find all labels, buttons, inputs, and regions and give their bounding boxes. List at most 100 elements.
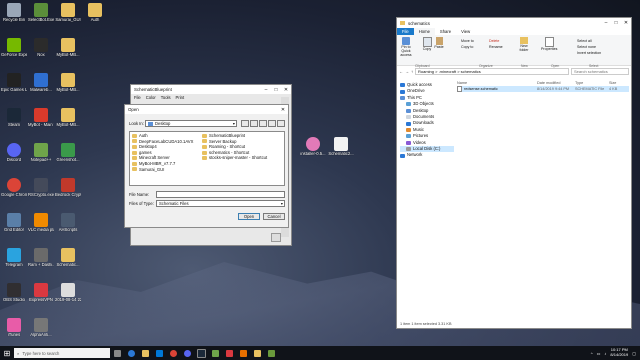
open-button[interactable]: Open xyxy=(238,213,260,220)
file-name-input[interactable] xyxy=(156,191,285,198)
desktop-shortcut[interactable]: MyBot-MB... xyxy=(55,73,81,93)
column-type[interactable]: Type xyxy=(575,81,609,85)
desktop-shortcut[interactable]: AlphaAnti... xyxy=(28,318,54,338)
cancel-button[interactable]: Cancel xyxy=(263,213,285,220)
desktop-shortcut[interactable]: MyBot-MB... xyxy=(55,108,81,128)
desktop-shortcut[interactable]: Notepad++ xyxy=(28,143,54,163)
volume-icon[interactable]: ♪ xyxy=(604,351,606,356)
minecraft-icon[interactable] xyxy=(264,346,278,360)
details-view-button[interactable] xyxy=(277,120,285,127)
desktop-shortcut[interactable]: Steam xyxy=(1,108,27,128)
task-view-icon[interactable] xyxy=(110,346,124,360)
properties-button[interactable]: Properties xyxy=(541,37,557,51)
desktop-shortcut[interactable]: ExpressVPN xyxy=(28,283,54,303)
menu-file[interactable]: File xyxy=(134,95,141,100)
home-button[interactable] xyxy=(250,120,258,127)
edge-icon[interactable] xyxy=(124,346,138,360)
tab-home[interactable]: Home xyxy=(413,28,435,35)
back-arrow-icon[interactable]: ← xyxy=(399,69,403,74)
desktop-shortcut[interactable]: Discord xyxy=(1,143,27,163)
clock[interactable]: 10:17 PM 8/14/2019 xyxy=(610,348,628,357)
desktop-shortcut[interactable]: Auth xyxy=(82,3,108,23)
desktop-shortcut[interactable]: Samurai_GUI xyxy=(55,3,81,23)
tab-view[interactable]: View xyxy=(456,29,475,34)
desktop-shortcut[interactable]: RSCrypto.exe xyxy=(28,178,54,198)
desktop-shortcut[interactable]: Telegram xyxy=(1,248,27,268)
sidebar-item[interactable]: Network xyxy=(400,152,454,158)
file-explorer-icon[interactable] xyxy=(138,346,152,360)
search-box[interactable]: Search schematics xyxy=(571,67,629,75)
windows-start-icon[interactable]: ⊞ xyxy=(0,346,14,360)
steam-icon[interactable] xyxy=(194,346,208,360)
column-size[interactable]: Size xyxy=(609,81,627,85)
up-arrow-icon[interactable]: ↑ xyxy=(411,69,413,74)
address-bar[interactable]: Roaming > .minecraft > schematics xyxy=(415,67,569,75)
folder-icon[interactable] xyxy=(250,346,264,360)
desktop-shortcut[interactable]: Grid Editor xyxy=(1,213,27,233)
desktop-shortcut[interactable]: Recycle Bin xyxy=(1,3,27,23)
menu-color[interactable]: Color xyxy=(146,95,156,100)
list-view-button[interactable] xyxy=(268,120,276,127)
desktop-shortcut[interactable]: Nox xyxy=(28,38,54,58)
desktop-shortcut[interactable]: SelectBot.Exe xyxy=(28,3,54,23)
pin-quick-access-button[interactable]: Pin to Quick access xyxy=(400,37,412,57)
chrome-icon[interactable] xyxy=(166,346,180,360)
network-icon[interactable]: ▭ xyxy=(597,351,601,356)
taskbar-search-box[interactable]: ⌕ Type here to search xyxy=(14,348,110,358)
desktop-shortcut[interactable]: Greenshot... xyxy=(55,143,81,163)
scroll-button[interactable] xyxy=(271,233,281,242)
desktop-shortcut[interactable]: AHScripts xyxy=(55,213,81,233)
maximize-icon[interactable]: □ xyxy=(271,87,281,93)
menu-tools[interactable]: Tools xyxy=(161,95,171,100)
close-icon[interactable]: ✕ xyxy=(621,20,631,26)
maximize-icon[interactable]: □ xyxy=(611,20,621,26)
list-item[interactable]: Samurai_GUI xyxy=(132,167,202,173)
new-folder-button[interactable]: New folder xyxy=(517,37,531,52)
java-icon[interactable] xyxy=(236,346,250,360)
desktop-shortcut[interactable]: Schematic2... xyxy=(328,137,354,157)
files-of-type-select[interactable]: Schematic Files ▾ xyxy=(156,200,285,207)
invert-selection-button[interactable]: Invert selection xyxy=(577,50,601,56)
copy-to-button[interactable]: Copy to xyxy=(461,44,474,50)
copy-button[interactable]: Copy xyxy=(421,37,433,51)
table-row[interactable]: redsense.schematic 8/14/2019 9:44 PM SCH… xyxy=(457,86,629,92)
expressvpn-icon[interactable] xyxy=(222,346,236,360)
desktop-shortcut[interactable]: Schematic... xyxy=(55,248,81,268)
forward-arrow-icon[interactable]: → xyxy=(405,69,409,74)
folder-icon xyxy=(400,21,405,25)
desktop-shortcut[interactable]: Malwareb... xyxy=(28,73,54,93)
tab-file[interactable]: File xyxy=(397,28,414,35)
store-icon[interactable] xyxy=(152,346,166,360)
chevron-up-icon[interactable]: ^ xyxy=(591,351,593,356)
desktop-shortcut[interactable]: Bedrock Crypto xyxy=(55,178,81,198)
paste-button[interactable]: Paste xyxy=(433,37,445,49)
desktop-shortcut[interactable]: MyBot - Main The Storm... xyxy=(28,108,54,128)
desktop-shortcut[interactable]: 2019-08-14 22-14-02... xyxy=(55,283,81,303)
close-icon[interactable]: ✕ xyxy=(278,107,288,113)
rename-button[interactable]: Rename xyxy=(489,44,503,50)
list-item[interactable]: stocks-sniper-master - Shortcut xyxy=(202,155,282,161)
desktop-shortcut[interactable]: Epic Games Launcher xyxy=(1,73,27,93)
desktop-shortcut[interactable]: GeForce Experience xyxy=(1,38,27,58)
desktop-shortcut[interactable]: Ram + Dashi... xyxy=(28,248,54,268)
column-date[interactable]: Date modified xyxy=(537,81,575,85)
desktop-shortcut[interactable]: iTunes xyxy=(1,318,27,338)
column-name[interactable]: Name xyxy=(457,81,537,85)
minimize-icon[interactable]: – xyxy=(261,87,271,93)
desktop-shortcut[interactable]: installer-0.5... xyxy=(300,137,326,157)
desktop-shortcut[interactable]: Google Chrome xyxy=(1,178,27,198)
discord-icon[interactable] xyxy=(180,346,194,360)
desktop-shortcut[interactable]: OBS Studio xyxy=(1,283,27,303)
new-folder-button[interactable] xyxy=(259,120,267,127)
desktop-shortcut[interactable]: MyBot-MB... xyxy=(55,38,81,58)
close-icon[interactable]: ✕ xyxy=(281,87,291,93)
menu-print[interactable]: Print xyxy=(176,95,185,100)
file-name: redsense.schematic xyxy=(464,87,498,91)
notification-icon[interactable]: ▢ xyxy=(632,351,636,356)
minimize-icon[interactable]: – xyxy=(601,20,611,26)
notepad-plus-icon[interactable] xyxy=(208,346,222,360)
up-folder-button[interactable] xyxy=(241,120,249,127)
tab-share[interactable]: Share xyxy=(435,29,456,34)
desktop-shortcut[interactable]: VLC media player xyxy=(28,213,54,233)
look-in-select[interactable]: Desktop ▾ xyxy=(145,120,237,127)
